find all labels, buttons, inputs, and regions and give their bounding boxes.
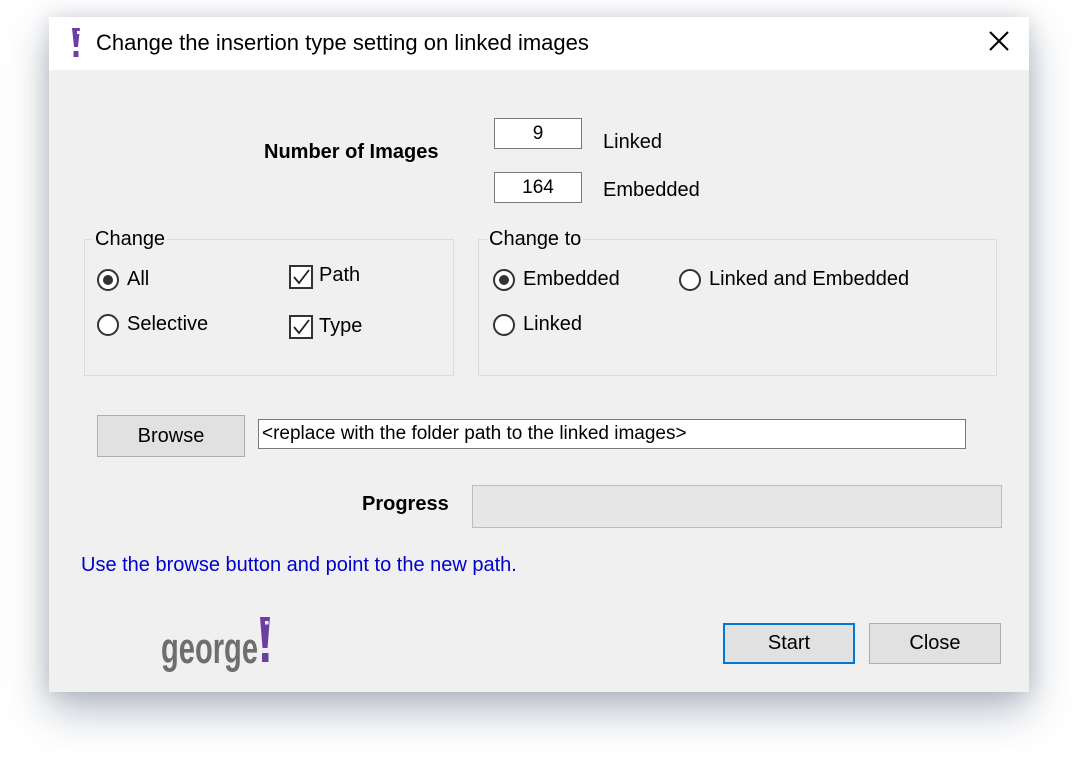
- checkbox-type[interactable]: [289, 315, 313, 339]
- checkbox-path[interactable]: [289, 265, 313, 289]
- checkbox-path-label[interactable]: Path: [319, 264, 360, 287]
- window-title: Change the insertion type setting on lin…: [96, 30, 589, 55]
- radio-selective-label[interactable]: Selective: [127, 313, 208, 336]
- radio-linked-and-embedded[interactable]: [679, 269, 701, 291]
- radio-embedded[interactable]: [493, 269, 515, 291]
- dialog-window: Change the insertion type setting on lin…: [49, 17, 1029, 692]
- close-x-icon[interactable]: [983, 25, 1015, 57]
- progress-label: Progress: [362, 493, 449, 515]
- close-button[interactable]: Close: [869, 623, 1001, 664]
- change-to-group-title: Change to: [487, 228, 584, 251]
- folder-path-input[interactable]: [258, 419, 966, 449]
- linked-count-field: 9: [494, 118, 582, 149]
- browse-button[interactable]: Browse: [97, 415, 245, 457]
- linked-count-label: Linked: [603, 131, 662, 153]
- radio-linked-and-embedded-label[interactable]: Linked and Embedded: [709, 268, 909, 291]
- title-bar: Change the insertion type setting on lin…: [49, 17, 1029, 70]
- change-groupbox: [84, 239, 454, 376]
- radio-all[interactable]: [97, 269, 119, 291]
- radio-linked-label[interactable]: Linked: [523, 313, 582, 336]
- checkbox-type-label[interactable]: Type: [319, 315, 362, 338]
- radio-selective[interactable]: [97, 314, 119, 336]
- logo-text: george: [161, 624, 258, 673]
- checkmark-icon: [293, 269, 310, 285]
- hint-text: Use the browse button and point to the n…: [81, 554, 517, 576]
- embedded-count-field: 164: [494, 172, 582, 203]
- change-group-title: Change: [93, 228, 168, 251]
- logo-exclamation-notch: [265, 621, 269, 625]
- start-button[interactable]: Start: [723, 623, 855, 664]
- progress-bar: [472, 485, 1002, 528]
- radio-all-label[interactable]: All: [127, 268, 149, 291]
- number-of-images-label: Number of Images: [264, 141, 439, 163]
- george-logo: george: [161, 617, 270, 673]
- change-to-groupbox: [478, 239, 997, 376]
- logo-exclamation-dot: [262, 653, 269, 662]
- radio-embedded-label[interactable]: Embedded: [523, 268, 620, 291]
- radio-linked[interactable]: [493, 314, 515, 336]
- george-exclamation-icon: [72, 28, 80, 57]
- embedded-count-label: Embedded: [603, 179, 700, 201]
- checkmark-icon: [293, 319, 310, 335]
